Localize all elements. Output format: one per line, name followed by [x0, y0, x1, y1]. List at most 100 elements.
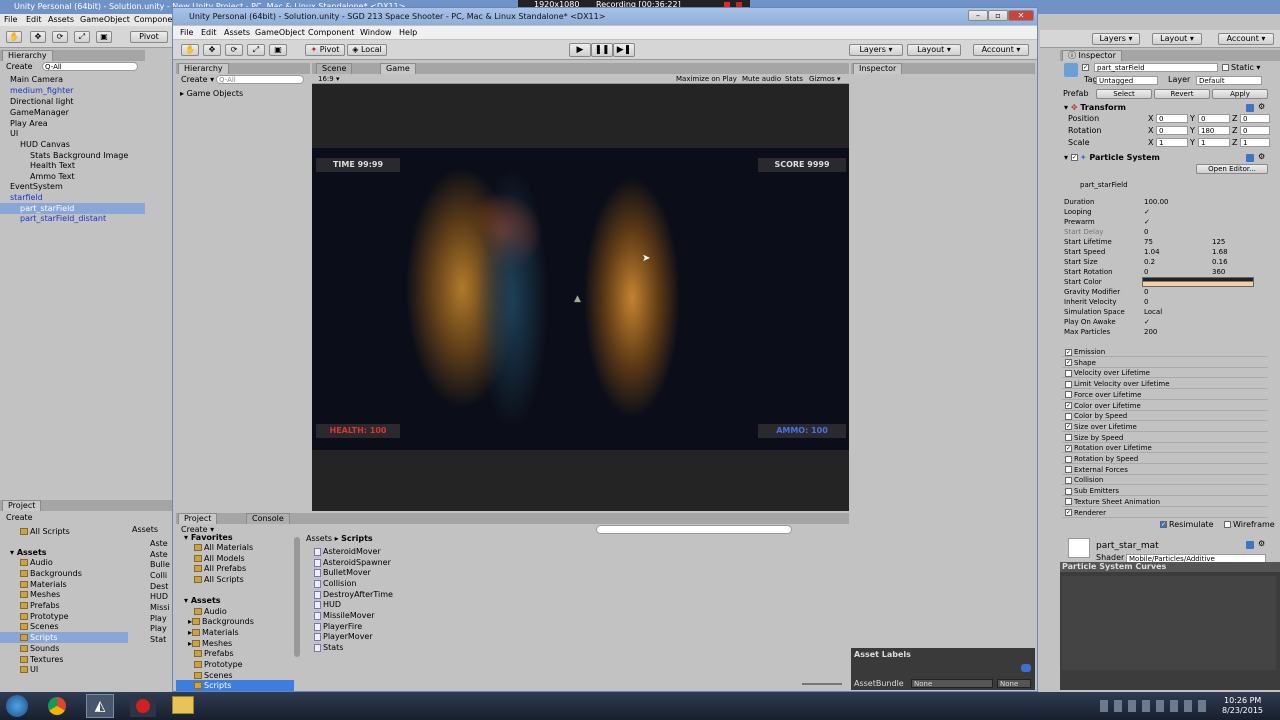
- curves-area[interactable]: [1062, 576, 1276, 670]
- module-checkbox[interactable]: [1065, 369, 1072, 377]
- favorite-item[interactable]: All Materials: [194, 543, 253, 553]
- back-file-stub[interactable]: Colli: [150, 571, 167, 581]
- module-checkbox[interactable]: ✓: [1065, 348, 1072, 356]
- menu-gameobject[interactable]: GameObject: [255, 28, 305, 38]
- object-name-field[interactable]: part_starField: [1094, 63, 1218, 72]
- back-project-item[interactable]: Scenes: [20, 622, 59, 632]
- particle-module-row[interactable]: Sub Emitters: [1062, 486, 1268, 497]
- back-project-item[interactable]: Prototype: [20, 612, 69, 622]
- back-file-stub[interactable]: Missi: [150, 603, 170, 613]
- particle-field-value[interactable]: 1.04: [1144, 247, 1160, 257]
- module-checkbox[interactable]: [1065, 476, 1072, 484]
- module-checkbox[interactable]: ✓: [1065, 509, 1072, 516]
- rect-tool[interactable]: ▣: [269, 44, 287, 56]
- particle-field-value[interactable]: ✓: [1144, 317, 1150, 327]
- back-move-tool[interactable]: ✥: [30, 31, 46, 43]
- account-dropdown[interactable]: Account ▾: [973, 44, 1029, 56]
- recorder-app-icon[interactable]: [130, 695, 156, 717]
- back-hierarchy-create[interactable]: Create: [6, 62, 33, 72]
- prefab-select-button[interactable]: Select: [1096, 89, 1152, 99]
- icon-size-slider[interactable]: [802, 683, 842, 685]
- particle-module-row[interactable]: Force over Lifetime: [1062, 389, 1268, 400]
- back-project-item[interactable]: Sounds: [20, 644, 59, 654]
- back-project-tab[interactable]: Project: [2, 500, 42, 511]
- folder-item[interactable]: ▸ Materials: [188, 628, 239, 638]
- back-hand-tool[interactable]: ✋: [6, 31, 22, 43]
- hand-tool[interactable]: ✋: [181, 44, 199, 56]
- chrome-icon[interactable]: [48, 697, 66, 715]
- position-x-field[interactable]: 0: [1156, 114, 1188, 123]
- back-file-stub[interactable]: Stat: [150, 635, 166, 645]
- menu-component[interactable]: Component: [308, 28, 354, 38]
- module-checkbox[interactable]: [1065, 466, 1072, 474]
- back-pivot-button[interactable]: Pivot: [130, 31, 168, 43]
- favorite-item[interactable]: All Prefabs: [194, 564, 246, 574]
- local-button[interactable]: ◈ Local: [347, 44, 387, 56]
- script-file[interactable]: MissileMover: [314, 611, 375, 621]
- back-rotate-tool[interactable]: ⟳: [52, 31, 68, 43]
- back-menu-assets[interactable]: Assets: [48, 15, 74, 25]
- particle-field-value[interactable]: 0: [1144, 287, 1148, 297]
- module-checkbox[interactable]: ✓: [1065, 359, 1072, 367]
- particle-module-row[interactable]: External Forces: [1062, 464, 1268, 475]
- particle-module-row[interactable]: Velocity over Lifetime: [1062, 368, 1268, 379]
- pivot-button[interactable]: ✦ Pivot: [305, 44, 345, 56]
- particle-field-value[interactable]: 0.2: [1144, 257, 1155, 267]
- breadcrumb-scripts[interactable]: Scripts: [341, 534, 373, 543]
- pause-button[interactable]: ❚❚: [591, 43, 613, 57]
- back-hierarchy-search[interactable]: Q-All: [42, 62, 138, 71]
- tag-dropdown[interactable]: Untagged: [1096, 76, 1158, 85]
- minimize-button[interactable]: –: [968, 10, 988, 21]
- back-file-stub[interactable]: Dest: [150, 582, 168, 592]
- maximize-on-play-toggle[interactable]: Maximize on Play: [676, 74, 737, 84]
- back-hierarchy-item[interactable]: EventSystem: [10, 182, 63, 192]
- wireframe-toggle[interactable]: Wireframe: [1224, 520, 1275, 530]
- particle-module-row[interactable]: Size by Speed: [1062, 432, 1268, 443]
- start-button-icon[interactable]: [6, 695, 28, 717]
- particle-module-row[interactable]: ✓ Renderer: [1062, 507, 1268, 518]
- back-project-create[interactable]: Create: [6, 513, 33, 523]
- module-checkbox[interactable]: ✓: [1065, 444, 1072, 452]
- maximize-button[interactable]: ▫: [988, 10, 1008, 21]
- folder-item[interactable]: Prefabs: [194, 649, 234, 659]
- scale-tool[interactable]: ⤢: [247, 44, 265, 56]
- rotation-x-field[interactable]: 0: [1156, 126, 1188, 135]
- back-project-item[interactable]: Scripts: [20, 633, 57, 643]
- script-file[interactable]: BulletMover: [314, 568, 371, 578]
- folder-item[interactable]: ▸ Backgrounds: [188, 617, 254, 627]
- help-icon[interactable]: [1246, 154, 1254, 162]
- gear-icon[interactable]: ⚙: [1258, 540, 1266, 548]
- back-project-item[interactable]: All Scripts: [20, 527, 70, 537]
- object-active-checkbox[interactable]: ✓: [1082, 64, 1089, 71]
- layout-dropdown[interactable]: Layout ▾: [907, 44, 961, 56]
- position-y-field[interactable]: 0: [1198, 114, 1230, 123]
- back-hierarchy-item[interactable]: GameManager: [10, 108, 69, 118]
- script-file[interactable]: Stats: [314, 643, 343, 653]
- back-menu-file[interactable]: File: [4, 15, 17, 25]
- right-layers-dropdown[interactable]: Layers ▾: [1092, 33, 1140, 45]
- menu-help[interactable]: Help: [399, 28, 417, 38]
- favorites-header[interactable]: ▾ Favorites: [184, 533, 233, 543]
- asset-variant-dropdown[interactable]: None: [997, 679, 1031, 688]
- particle-field-value-max[interactable]: 125: [1212, 237, 1225, 247]
- project-tab[interactable]: Project: [178, 513, 218, 524]
- particle-field-value-max[interactable]: 360: [1212, 267, 1225, 277]
- right-layout-dropdown[interactable]: Layout ▾: [1152, 33, 1202, 45]
- particle-module-row[interactable]: Collision: [1062, 475, 1268, 486]
- play-button[interactable]: ▶: [569, 43, 591, 57]
- back-hierarchy-item[interactable]: part_starField: [20, 204, 74, 214]
- start-color-swatch[interactable]: [1142, 277, 1254, 287]
- back-project-item[interactable]: Materials: [20, 580, 67, 590]
- rotation-z-field[interactable]: 0: [1240, 126, 1270, 135]
- particle-field-value-max[interactable]: 1.68: [1212, 247, 1228, 257]
- back-file-stub[interactable]: Play: [150, 614, 167, 624]
- back-scale-tool[interactable]: ⤢: [74, 31, 90, 43]
- module-checkbox[interactable]: ✓: [1065, 423, 1072, 431]
- asset-bundle-dropdown[interactable]: None: [911, 679, 993, 688]
- back-project-item[interactable]: UI: [20, 665, 38, 675]
- script-file[interactable]: AsteroidMover: [314, 547, 381, 557]
- back-file-stub[interactable]: Bulle: [150, 560, 170, 570]
- back-project-item[interactable]: Audio: [20, 558, 53, 568]
- particle-field-value[interactable]: 100.00: [1144, 197, 1169, 207]
- particle-module-row[interactable]: ✓ Emission: [1062, 347, 1268, 357]
